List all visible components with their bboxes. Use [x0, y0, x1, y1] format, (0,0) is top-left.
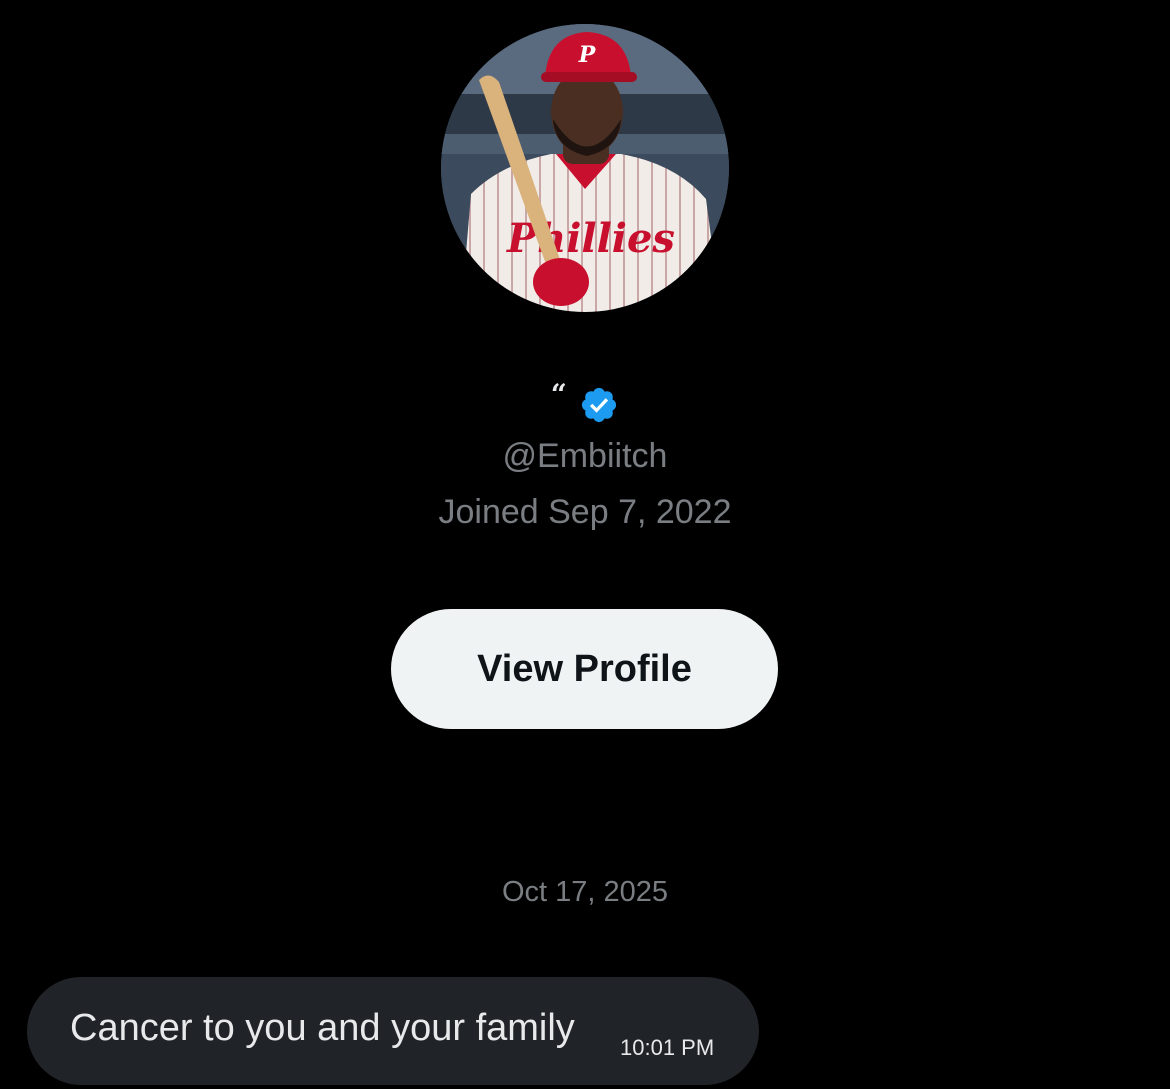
- verified-badge-icon: [582, 387, 617, 423]
- conversation-date-separator: Oct 17, 2025: [501, 876, 669, 908]
- avatar-photo-icon: P Phillies: [441, 24, 729, 312]
- profile-avatar[interactable]: P Phillies: [441, 24, 729, 312]
- svg-text:P: P: [578, 42, 597, 68]
- profile-joined-date: Joined Sep 7, 2022: [438, 493, 732, 531]
- view-profile-button[interactable]: View Profile: [391, 609, 778, 729]
- message-bubble[interactable]: Cancer to you and your family 10:01 PM: [27, 977, 759, 1085]
- message-text: Cancer to you and your family: [70, 1007, 575, 1049]
- profile-display-name: “: [550, 378, 567, 411]
- profile-name-row: “: [0, 378, 1170, 427]
- profile-handle: @Embiitch: [502, 437, 668, 475]
- message-timestamp: 10:01 PM: [620, 1035, 715, 1060]
